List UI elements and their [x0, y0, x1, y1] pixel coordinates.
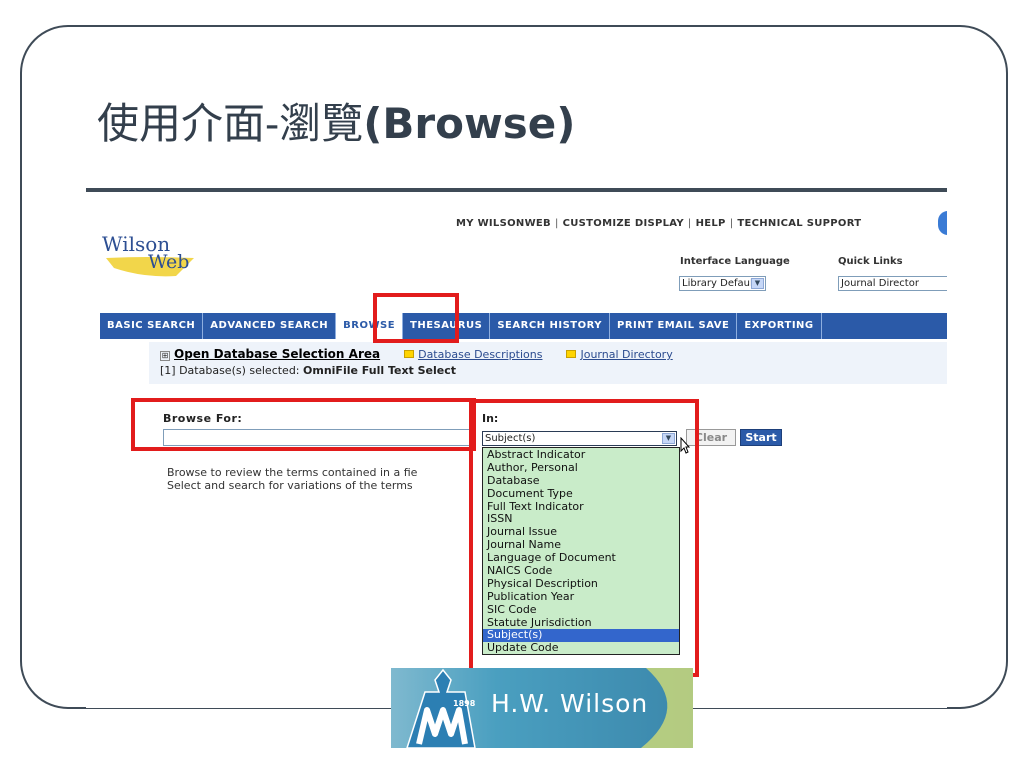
my-wilsonweb-link[interactable]: MY WILSONWEB: [456, 218, 551, 229]
tab-search-history[interactable]: SEARCH HISTORY: [490, 313, 611, 339]
highlight-box-browse-tab: [373, 293, 459, 343]
square-bullet-icon: [566, 350, 577, 358]
tab-exporting[interactable]: EXPORTING: [737, 313, 822, 339]
browse-description-line: Select and search for variations of the …: [167, 479, 413, 492]
selected-database-text: [1] Database(s) selected: OmniFile Full …: [160, 364, 456, 377]
interface-language-value: Library Default: [682, 278, 757, 289]
wilsonweb-logo[interactable]: Wilson Web: [100, 232, 210, 282]
logo-web-text: Web: [148, 251, 190, 273]
open-database-selection-link[interactable]: Open Database Selection Area: [174, 347, 380, 361]
database-links-row: ⊞ Open Database Selection Area Database De…: [160, 347, 673, 361]
journal-directory-link[interactable]: Journal Directory: [580, 348, 672, 361]
highlight-box-in-field: [469, 399, 699, 677]
hw-wilson-logo: 1898 H.W. Wilson: [391, 668, 693, 748]
database-descriptions-link[interactable]: Database Descriptions: [418, 348, 542, 361]
quick-links-value: Journal Director: [841, 278, 919, 289]
technical-support-link[interactable]: TECHNICAL SUPPORT: [737, 218, 861, 229]
quick-links-label: Quick Links: [838, 256, 903, 267]
start-button[interactable]: Start: [740, 429, 782, 446]
help-link[interactable]: HELP: [696, 218, 726, 229]
hw-wilson-name: H.W. Wilson: [491, 689, 649, 718]
expand-icon[interactable]: ⊞: [160, 351, 170, 361]
quick-links-select[interactable]: Journal Director: [838, 276, 947, 291]
selected-database-prefix: [1] Database(s) selected:: [160, 364, 300, 377]
slide-title: 使用介面-瀏覽(Browse): [97, 90, 575, 154]
link-separator: |: [554, 218, 559, 229]
link-separator: |: [729, 218, 734, 229]
tab-basic-search[interactable]: BASIC SEARCH: [100, 313, 204, 339]
hw-wilson-year: 1898: [453, 699, 476, 708]
database-bar: ⊞ Open Database Selection Area Database De…: [149, 342, 947, 384]
slide-title-chinese: 使用介面-瀏覽: [97, 99, 364, 148]
browse-description-line: Browse to review the terms contained in …: [167, 466, 418, 479]
tab-advanced-search[interactable]: ADVANCED SEARCH: [203, 313, 337, 339]
tab-print-email-save[interactable]: PRINT EMAIL SAVE: [610, 313, 738, 339]
selected-database-name: OmniFile Full Text Select: [303, 364, 457, 377]
interface-language-select[interactable]: Library Default ▼: [679, 276, 766, 291]
chevron-down-icon: ▼: [751, 278, 764, 289]
highlight-box-browse-for: [131, 398, 476, 451]
main-nav: BASIC SEARCH ADVANCED SEARCH BROWSE THES…: [100, 313, 947, 339]
header-tab-corner: [938, 211, 947, 235]
slide-title-english: (Browse): [363, 99, 576, 148]
interface-language-label: Interface Language: [680, 256, 790, 267]
customize-display-link[interactable]: CUSTOMIZE DISPLAY: [563, 218, 684, 229]
browse-description: Browse to review the terms contained in …: [167, 466, 417, 492]
utility-links: MY WILSONWEB | CUSTOMIZE DISPLAY | HELP | TECH…: [456, 218, 861, 229]
link-separator: |: [687, 218, 692, 229]
wilsonweb-screenshot: Wilson Web MY WILSONWEB | CUSTOMIZE DISPLA…: [86, 192, 947, 708]
square-bullet-icon: [404, 350, 415, 358]
